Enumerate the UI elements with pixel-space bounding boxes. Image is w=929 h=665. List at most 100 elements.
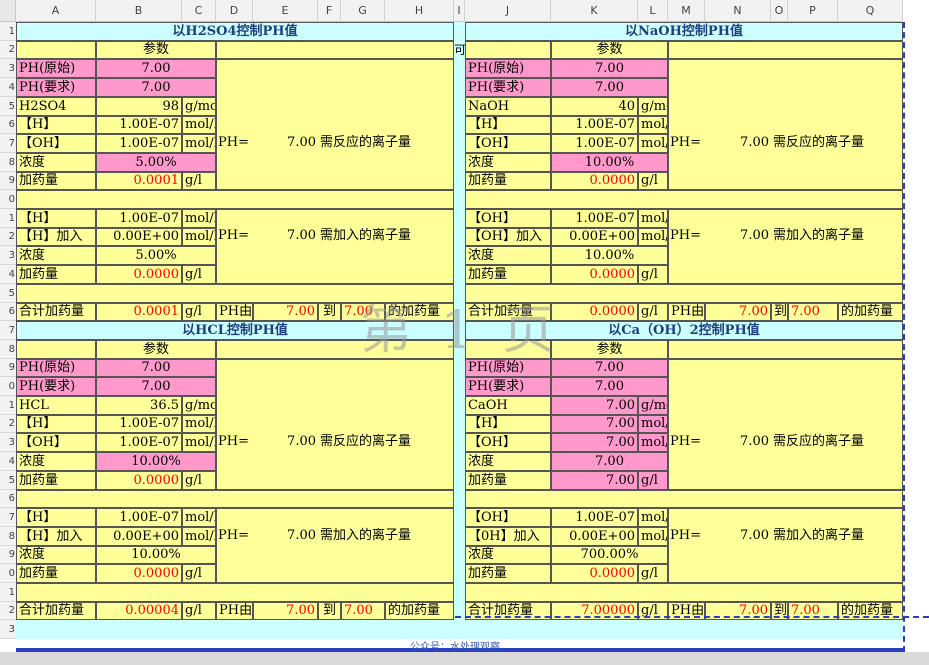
row-header[interactable]: 1 bbox=[0, 209, 16, 228]
row-header[interactable]: 5 bbox=[0, 471, 16, 490]
cell[interactable] bbox=[668, 41, 903, 59]
row-header[interactable]: 8 bbox=[0, 153, 16, 172]
select-all-corner[interactable] bbox=[0, 0, 16, 22]
row-header[interactable]: 1 bbox=[0, 583, 16, 602]
column-header[interactable]: E bbox=[253, 0, 318, 22]
column-header[interactable]: Q bbox=[838, 0, 903, 22]
row-header[interactable]: 9 bbox=[0, 359, 16, 377]
row-header[interactable]: 3 bbox=[0, 59, 16, 78]
row-label: 【OH】 bbox=[465, 433, 551, 452]
row-header[interactable]: 4 bbox=[0, 78, 16, 97]
row-header[interactable]: 8 bbox=[0, 527, 16, 546]
unit-label: mol/l bbox=[638, 415, 668, 433]
unit-label: mol/l bbox=[182, 415, 216, 433]
h-concentration: 1.00E-07 bbox=[96, 116, 182, 134]
column-header[interactable]: F bbox=[318, 0, 341, 22]
row-header[interactable]: 7 bbox=[0, 508, 16, 527]
cell[interactable] bbox=[16, 490, 454, 508]
row-header[interactable]: 8 bbox=[0, 340, 16, 359]
cell[interactable] bbox=[668, 340, 903, 359]
concentration-value: 5.00% bbox=[96, 246, 216, 265]
to-label: 到 bbox=[318, 602, 341, 620]
ph-required-input[interactable]: 7.00 bbox=[551, 78, 668, 97]
chemical-name[interactable]: HCL bbox=[16, 396, 96, 415]
row-header[interactable]: 0 bbox=[0, 564, 16, 583]
row-header[interactable]: 1 bbox=[0, 22, 16, 41]
column-header[interactable]: J bbox=[465, 0, 551, 22]
row-header[interactable]: 0 bbox=[0, 190, 16, 209]
ph-original-input[interactable]: 7.00 bbox=[96, 359, 216, 377]
cell[interactable] bbox=[465, 41, 551, 59]
row-header[interactable]: 2 bbox=[0, 228, 16, 246]
cell[interactable] bbox=[16, 190, 454, 209]
cell[interactable] bbox=[465, 490, 903, 508]
ph-required-input[interactable]: 7.00 bbox=[96, 78, 216, 97]
molecular-weight[interactable]: 98 bbox=[96, 97, 182, 116]
row-header[interactable]: 1 bbox=[0, 396, 16, 415]
molecular-weight[interactable]: 36.5 bbox=[96, 396, 182, 415]
ph-original-input[interactable]: 7.00 bbox=[551, 59, 668, 78]
cell[interactable] bbox=[216, 41, 454, 59]
column-header[interactable]: B bbox=[96, 0, 182, 22]
concentration-input[interactable]: 5.00% bbox=[96, 153, 216, 172]
cell[interactable] bbox=[465, 583, 903, 602]
concentration-input[interactable]: 10.00% bbox=[551, 153, 668, 172]
ph-original-input[interactable]: 7.00 bbox=[551, 359, 668, 377]
oh-concentration: 1.00E-07 bbox=[96, 433, 182, 452]
concentration-input[interactable]: 10.00% bbox=[96, 452, 216, 471]
row-label: 【0H】加入 bbox=[465, 527, 551, 546]
ph-original-input[interactable]: 7.00 bbox=[96, 59, 216, 78]
cell[interactable] bbox=[465, 190, 903, 209]
row-header[interactable]: 9 bbox=[0, 546, 16, 564]
row-header[interactable]: 4 bbox=[0, 452, 16, 471]
column-header[interactable]: P bbox=[788, 0, 838, 22]
chemical-name[interactable]: NaOH bbox=[465, 97, 551, 116]
row-header[interactable]: 3 bbox=[0, 246, 16, 265]
h-concentration: 7.00 bbox=[551, 415, 638, 433]
row-label: 浓度 bbox=[465, 246, 551, 265]
chemical-name[interactable]: CaOH bbox=[465, 396, 551, 415]
cell[interactable] bbox=[16, 41, 96, 59]
ph-required-input[interactable]: 7.00 bbox=[96, 377, 216, 396]
row-header[interactable]: 9 bbox=[0, 172, 16, 190]
row-header[interactable]: 2 bbox=[0, 41, 16, 59]
ion-added: 0.00E+00 bbox=[96, 527, 182, 546]
ph-required-input[interactable]: 7.00 bbox=[551, 377, 668, 396]
cell[interactable] bbox=[16, 583, 454, 602]
row-label: PH(要求) bbox=[16, 377, 96, 396]
column-header[interactable]: K bbox=[551, 0, 638, 22]
row-label: 浓度 bbox=[16, 452, 96, 471]
column-header[interactable]: H bbox=[385, 0, 454, 22]
molecular-weight[interactable]: 7.00 bbox=[551, 396, 638, 415]
column-header[interactable]: G bbox=[341, 0, 385, 22]
row-header[interactable]: 6 bbox=[0, 303, 16, 321]
row-header[interactable]: 4 bbox=[0, 265, 16, 284]
row-header[interactable]: 2 bbox=[0, 602, 16, 620]
row-header[interactable]: 7 bbox=[0, 321, 16, 340]
spreadsheet[interactable]: ABCDEFGHIJKLMNOPQ12345678901234567890123… bbox=[0, 0, 929, 665]
column-header[interactable]: D bbox=[216, 0, 253, 22]
row-header[interactable]: 5 bbox=[0, 97, 16, 116]
column-header[interactable]: A bbox=[16, 0, 96, 22]
row-header[interactable]: 3 bbox=[0, 433, 16, 452]
column-header[interactable]: C bbox=[182, 0, 216, 22]
row-header[interactable]: 3 bbox=[0, 620, 16, 639]
row-header[interactable]: 0 bbox=[0, 377, 16, 396]
row-header[interactable]: 6 bbox=[0, 490, 16, 508]
column-header[interactable]: O bbox=[771, 0, 788, 22]
row-header[interactable]: 2 bbox=[0, 415, 16, 433]
concentration-value: 10.00% bbox=[96, 546, 216, 564]
unit-label: g/l bbox=[182, 265, 216, 284]
column-header[interactable]: M bbox=[668, 0, 705, 22]
molecular-weight[interactable]: 40 bbox=[551, 97, 638, 116]
concentration-input[interactable]: 7.00 bbox=[551, 452, 668, 471]
row-header[interactable]: 6 bbox=[0, 116, 16, 134]
cell[interactable] bbox=[16, 340, 96, 359]
result-panel bbox=[668, 359, 903, 490]
chemical-name[interactable]: H2SO4 bbox=[16, 97, 96, 116]
row-header[interactable]: 5 bbox=[0, 284, 16, 303]
column-header[interactable]: I bbox=[454, 0, 465, 22]
row-header[interactable]: 7 bbox=[0, 134, 16, 153]
column-header[interactable]: L bbox=[638, 0, 668, 22]
column-header[interactable]: N bbox=[705, 0, 771, 22]
